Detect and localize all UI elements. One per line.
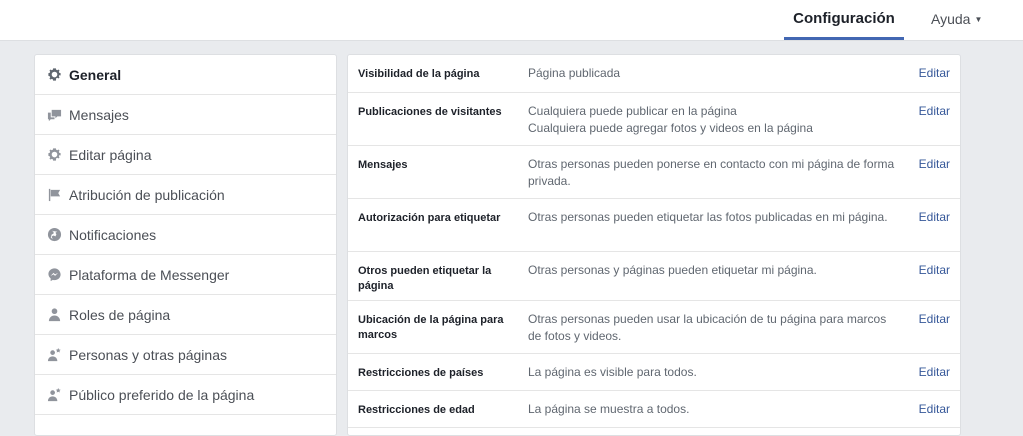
settings-row-etiquetar: Autorización para etiquetar Otras person… xyxy=(348,199,960,252)
sidebar-item-label: Público preferido de la página xyxy=(69,386,255,403)
row-label: Ubicación de la página para marcos xyxy=(358,314,504,341)
sidebar-item-mensajes[interactable]: Mensajes xyxy=(35,95,336,135)
edit-link[interactable]: Editar xyxy=(916,401,950,417)
gear-icon xyxy=(46,147,62,163)
settings-row-publicaciones: Publicaciones de visitantes Cualquiera p… xyxy=(348,93,960,146)
row-value-line: Cualquiera puede publicar en la página xyxy=(528,104,737,118)
sidebar-item-label: Editar página xyxy=(69,146,152,163)
row-value: Otras personas y páginas pueden etiqueta… xyxy=(528,262,916,290)
sidebar-item-notificaciones[interactable]: Notificaciones xyxy=(35,215,336,255)
sidebar-item-atribucion[interactable]: Atribución de publicación xyxy=(35,175,336,215)
row-label: Mensajes xyxy=(358,159,408,171)
row-value-line: Otras personas pueden ponerse en contact… xyxy=(528,157,895,188)
sidebar-item-label: Atribución de publicación xyxy=(69,186,225,203)
settings-sidebar: General Mensajes Editar página Atribució… xyxy=(34,54,337,436)
edit-link[interactable]: Editar xyxy=(916,262,950,290)
settings-row-edad: Restricciones de edad La página se muest… xyxy=(348,391,960,428)
row-label: Restricciones de países xyxy=(358,367,484,379)
row-value: Otras personas pueden ponerse en contact… xyxy=(528,156,916,188)
row-value: La página es visible para todos. xyxy=(528,364,916,380)
messages-icon xyxy=(46,107,62,123)
row-label: Visibilidad de la página xyxy=(358,68,480,80)
row-value-line: Otras personas pueden etiquetar las foto… xyxy=(528,210,888,224)
flag-icon xyxy=(46,187,62,203)
sidebar-item-personas[interactable]: Personas y otras páginas xyxy=(35,335,336,375)
tab-configuracion[interactable]: Configuración xyxy=(784,0,904,40)
caret-down-icon: ▼ xyxy=(974,15,983,24)
row-label: Autorización para etiquetar xyxy=(358,212,501,224)
settings-row-ubicacion: Ubicación de la página para marcos Otras… xyxy=(348,301,960,354)
settings-row-otros-etiquetar: Otros pueden etiquetar la página Otras p… xyxy=(348,252,960,301)
row-value: Otras personas pueden usar la ubicación … xyxy=(528,311,916,343)
edit-link[interactable]: Editar xyxy=(916,65,950,82)
sidebar-item-label: Personas y otras páginas xyxy=(69,346,227,363)
top-bar: Configuración Ayuda ▼ xyxy=(0,0,1023,41)
person-icon xyxy=(46,307,62,323)
edit-link[interactable]: Editar xyxy=(916,156,950,188)
sidebar-item-general[interactable]: General xyxy=(35,55,336,95)
sidebar-item-label: Mensajes xyxy=(69,106,129,123)
edit-link[interactable]: Editar xyxy=(916,209,950,241)
row-label: Publicaciones de visitantes xyxy=(358,106,502,118)
settings-row-mensajes: Mensajes Otras personas pueden ponerse e… xyxy=(348,146,960,199)
sidebar-item-editar-pagina[interactable]: Editar página xyxy=(35,135,336,175)
globe-icon xyxy=(46,227,62,243)
settings-row-paises: Restricciones de países La página es vis… xyxy=(348,354,960,391)
person-star-icon xyxy=(46,387,62,403)
settings-row-visibilidad: Visibilidad de la página Página publicad… xyxy=(348,55,960,93)
row-value-line: Otras personas pueden usar la ubicación … xyxy=(528,312,887,343)
sidebar-item-publico[interactable]: Público preferido de la página xyxy=(35,375,336,415)
edit-link[interactable]: Editar xyxy=(916,103,950,135)
sidebar-item-label: General xyxy=(69,66,122,83)
person-star-icon xyxy=(46,347,62,363)
edit-link[interactable]: Editar xyxy=(916,364,950,380)
sidebar-item-roles[interactable]: Roles de página xyxy=(35,295,336,335)
row-label: Restricciones de edad xyxy=(358,404,475,416)
row-value-line: La página es visible para todos. xyxy=(528,365,697,379)
row-value-line: Cualquiera puede agregar fotos y videos … xyxy=(528,121,813,135)
sidebar-item-messenger[interactable]: Plataforma de Messenger xyxy=(35,255,336,295)
settings-panel: Visibilidad de la página Página publicad… xyxy=(347,54,961,436)
sidebar-item-label: Plataforma de Messenger xyxy=(69,266,230,283)
messenger-icon xyxy=(46,267,62,283)
row-value-line: La página se muestra a todos. xyxy=(528,402,690,416)
row-value-line: Página publicada xyxy=(528,66,621,80)
row-value: Otras personas pueden etiquetar las foto… xyxy=(528,209,916,241)
tab-ayuda-label: Ayuda xyxy=(931,11,971,27)
row-value: Página publicada xyxy=(528,65,916,82)
row-value: Cualquiera puede publicar en la página C… xyxy=(528,103,916,135)
gear-icon xyxy=(46,67,62,83)
sidebar-item-label: Roles de página xyxy=(69,306,171,323)
row-value: La página se muestra a todos. xyxy=(528,401,916,417)
tab-ayuda[interactable]: Ayuda ▼ xyxy=(931,0,982,40)
row-label: Otros pueden etiquetar la página xyxy=(358,265,492,292)
sidebar-item-label: Notificaciones xyxy=(69,226,157,243)
edit-link[interactable]: Editar xyxy=(916,311,950,343)
row-value-line: Otras personas y páginas pueden etiqueta… xyxy=(528,263,817,277)
